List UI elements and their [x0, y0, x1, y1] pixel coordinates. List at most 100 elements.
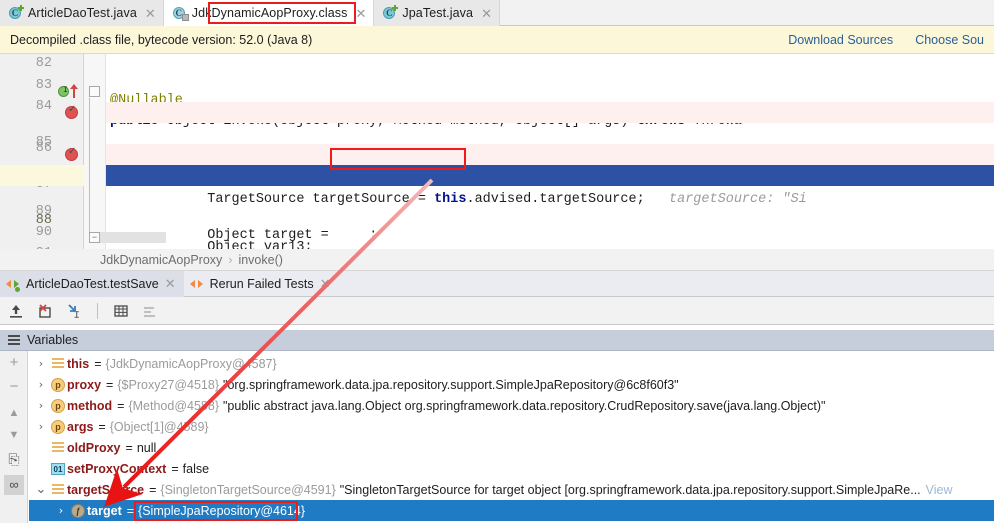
- move-down-button[interactable]: ▼: [4, 425, 24, 445]
- expand-chevron-icon[interactable]: ›: [33, 378, 49, 391]
- move-up-button[interactable]: ▲: [4, 403, 24, 423]
- chevron-right-icon: ›: [228, 252, 233, 267]
- code-line[interactable]: 87 TargetSource targetSource = this.advi…: [0, 144, 994, 207]
- equals-sign: =: [126, 503, 135, 518]
- local-variable-icon: [49, 441, 67, 455]
- decompiled-notification-bar: Decompiled .class file, bytecode version…: [0, 26, 994, 54]
- code-line[interactable]: 85 Object oldProxy = null; oldProxy: nul…: [0, 102, 994, 165]
- sort-values-icon[interactable]: [140, 301, 160, 321]
- variables-panel-header: Variables: [0, 329, 994, 351]
- equals-sign: =: [117, 398, 125, 413]
- show-as-table-icon[interactable]: [111, 301, 131, 321]
- variable-row-this[interactable]: › this = {JdkDynamicAopProxy@4587}: [29, 353, 994, 374]
- decompiled-message: Decompiled .class file, bytecode version…: [10, 32, 313, 47]
- equals-sign: =: [98, 419, 106, 434]
- code-line[interactable]: 86 boolean setProxyContext = false; setP…: [0, 123, 994, 171]
- fold-collapse-icon[interactable]: [89, 86, 100, 102]
- add-watch-button[interactable]: +: [4, 353, 24, 373]
- rerun-failed-tests-icon: [189, 278, 204, 291]
- collapse-chevron-icon[interactable]: ⌄: [33, 482, 49, 497]
- expand-chevron-icon[interactable]: ›: [33, 420, 49, 433]
- editor-tab-articledaotest[interactable]: C ArticleDaoTest.java ✕: [0, 0, 164, 26]
- variable-ref: {SingletonTargetSource@4591}: [160, 482, 336, 497]
- variable-ref: {Object[1]@4589}: [109, 419, 209, 434]
- breadcrumb-method[interactable]: invoke(): [238, 253, 282, 267]
- run-tab-label: ArticleDaoTest.testSave: [26, 277, 159, 291]
- code-line[interactable]: 89: [0, 186, 994, 219]
- variable-value: false: [182, 461, 210, 476]
- parameter-icon: p: [49, 377, 67, 392]
- fold-region-line: [89, 98, 90, 238]
- export-to-text-file-icon[interactable]: [6, 301, 26, 321]
- debug-session-tab-bar: ArticleDaoTest.testSave ✕ Rerun Failed T…: [0, 271, 994, 297]
- variable-value: "public abstract java.lang.Object org.sp…: [223, 398, 826, 413]
- debugger-toolbar: [0, 297, 994, 325]
- code-lines-container: 83 @Nullable 84 public Object invoke(Obj…: [0, 54, 994, 249]
- equals-sign: =: [171, 461, 179, 476]
- code-line[interactable]: 84 public Object invoke(Object proxy, Me…: [0, 81, 994, 129]
- override-arrow-icon[interactable]: [70, 84, 78, 98]
- editor-tab-jdkdynamicaopproxy[interactable]: C JdkDynamicAopProxy.class ✕: [163, 0, 375, 26]
- remove-watch-button[interactable]: −: [4, 377, 24, 397]
- remove-watch-icon[interactable]: [35, 301, 55, 321]
- code-line[interactable]: 83 @Nullable: [0, 60, 994, 108]
- variables-panel-title: Variables: [27, 333, 79, 347]
- breakpoint-verified-icon[interactable]: [65, 146, 78, 161]
- variable-name: this: [67, 356, 90, 371]
- variable-value: "SingletonTargetSource for target object…: [339, 482, 921, 497]
- close-icon[interactable]: ✕: [165, 276, 176, 292]
- variable-ref: {$Proxy27@4518}: [117, 377, 220, 392]
- breakpoint-verified-icon[interactable]: [65, 104, 78, 119]
- choose-sources-link[interactable]: Choose Sou: [915, 33, 984, 47]
- variable-name: oldProxy: [67, 440, 121, 455]
- download-sources-link[interactable]: Download Sources: [788, 33, 893, 47]
- expand-chevron-icon[interactable]: ›: [33, 357, 49, 370]
- close-icon[interactable]: ✕: [320, 276, 331, 292]
- primitive-boolean-icon: 01: [49, 462, 67, 476]
- add-to-watches-icon[interactable]: [64, 301, 84, 321]
- variables-menu-icon[interactable]: [8, 335, 20, 345]
- equals-sign: =: [125, 440, 133, 455]
- expand-chevron-icon[interactable]: ›: [53, 504, 69, 517]
- close-icon[interactable]: ✕: [356, 7, 367, 20]
- field-icon: f: [69, 503, 87, 518]
- expand-chevron-icon[interactable]: ›: [33, 399, 49, 412]
- variable-name: method: [67, 398, 113, 413]
- code-line[interactable]: 90 Object var13;: [0, 207, 994, 249]
- editor-tab-label: JpaTest.java: [402, 6, 474, 20]
- variable-value: "org.springframework.data.jpa.repository…: [223, 377, 679, 392]
- close-icon[interactable]: ✕: [145, 7, 156, 20]
- code-editor[interactable]: 82 83 @Nullable 84 public Object invoke(…: [0, 54, 994, 249]
- java-file-icon: C: [9, 5, 24, 20]
- fold-collapse-icon[interactable]: −: [89, 232, 100, 243]
- code-line-current-execution[interactable]: 88 Object target = null;: [0, 165, 994, 243]
- run-tab-rerun-failed-tests[interactable]: Rerun Failed Tests ✕: [184, 271, 339, 297]
- run-method-gutter-icon[interactable]: [58, 86, 69, 97]
- variable-row-targetsource[interactable]: ⌄ targetSource = {SingletonTargetSource@…: [29, 479, 994, 500]
- breadcrumb-class[interactable]: JdkDynamicAopProxy: [100, 253, 222, 267]
- variable-row-args[interactable]: › p args = {Object[1]@4589}: [29, 416, 994, 437]
- parameter-icon: p: [49, 419, 67, 434]
- equals-sign: =: [106, 377, 114, 392]
- ide-window: C ArticleDaoTest.java ✕ C JdkDynamicAopP…: [0, 0, 994, 523]
- variable-row-target[interactable]: › f target = {SimpleJpaRepository@4614}: [29, 500, 994, 521]
- run-tab-articledaotest-testsave[interactable]: ArticleDaoTest.testSave ✕: [0, 271, 184, 297]
- variable-row-oldproxy[interactable]: oldProxy = null: [29, 437, 994, 458]
- java-file-icon: C: [383, 5, 399, 20]
- copy-value-button[interactable]: ⎘: [4, 449, 24, 469]
- editor-tab-jpatest[interactable]: C JpaTest.java ✕: [374, 0, 500, 26]
- inspect-button[interactable]: ∞: [4, 475, 24, 495]
- view-value-link[interactable]: View: [926, 483, 953, 497]
- breadcrumb: JdkDynamicAopProxy › invoke(): [0, 249, 994, 271]
- variable-name: targetSource: [67, 482, 145, 497]
- variables-panel[interactable]: + − ▲ ▼ ⎘ ∞ › this = {JdkDynamicAopProxy…: [0, 351, 994, 523]
- close-icon[interactable]: ✕: [481, 7, 492, 20]
- run-tab-label: Rerun Failed Tests: [209, 277, 314, 291]
- variable-row-method[interactable]: › p method = {Method@4588} "public abstr…: [29, 395, 994, 416]
- local-variable-icon: [49, 357, 67, 371]
- variable-ref: {SimpleJpaRepository@4614}: [138, 503, 306, 518]
- run-tests-icon: [6, 278, 20, 292]
- variable-row-proxy[interactable]: › p proxy = {$Proxy27@4518} "org.springf…: [29, 374, 994, 395]
- variable-row-setproxycontext[interactable]: 01 setProxyContext = false: [29, 458, 994, 479]
- toolbar-separator: [97, 302, 98, 319]
